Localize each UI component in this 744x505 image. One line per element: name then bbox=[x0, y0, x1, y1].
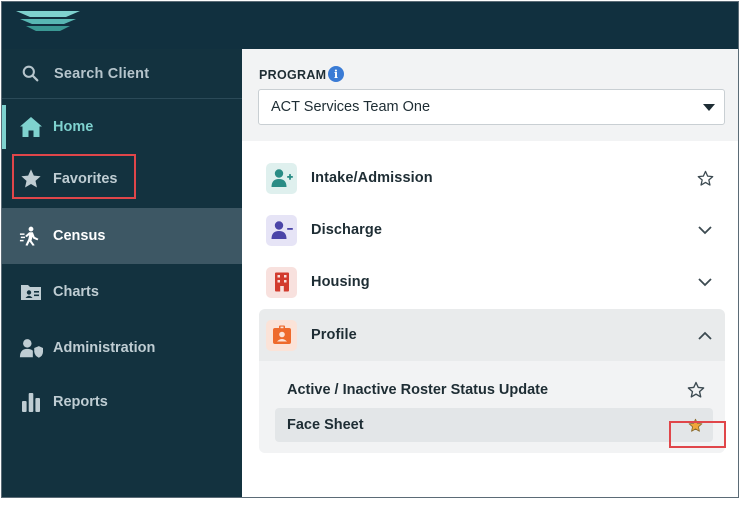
sidebar-item-census[interactable]: Census bbox=[2, 208, 242, 264]
profile-submenu: Active / Inactive Roster Status Update F… bbox=[259, 361, 725, 453]
program-header: PROGRAM i ACT Services Team One bbox=[242, 49, 738, 141]
sidebar-item-label: Reports bbox=[53, 394, 108, 410]
submenu-item-label: Face Sheet bbox=[287, 417, 364, 433]
top-bar bbox=[2, 2, 738, 49]
search-client-label: Search Client bbox=[54, 65, 150, 82]
user-plus-icon bbox=[266, 162, 297, 194]
info-icon[interactable]: i bbox=[328, 66, 344, 82]
sidebar-item-charts[interactable]: Charts bbox=[2, 264, 242, 320]
star-icon bbox=[19, 167, 43, 191]
menu-item-label: Discharge bbox=[311, 222, 383, 238]
chevron-down-icon[interactable] bbox=[695, 272, 715, 292]
id-badge-icon bbox=[266, 319, 297, 351]
program-label: PROGRAM bbox=[259, 68, 327, 82]
menu-item-discharge[interactable]: Discharge bbox=[259, 204, 725, 256]
app-window: Search Client Home Favorites Census Char… bbox=[1, 1, 739, 498]
main-panel: PROGRAM i ACT Services Team One Intake/A… bbox=[242, 49, 738, 497]
star-outline-icon[interactable] bbox=[687, 381, 705, 399]
menu-item-label: Housing bbox=[311, 274, 370, 290]
sidebar-item-favorites[interactable]: Favorites bbox=[2, 151, 242, 207]
search-icon bbox=[22, 65, 39, 82]
star-outline-icon[interactable] bbox=[695, 168, 715, 188]
search-client[interactable]: Search Client bbox=[2, 49, 242, 99]
program-selected-value: ACT Services Team One bbox=[271, 99, 431, 115]
user-minus-icon bbox=[266, 214, 297, 246]
sidebar-item-label: Census bbox=[53, 228, 106, 244]
program-select[interactable]: ACT Services Team One bbox=[258, 89, 725, 125]
sidebar-item-label: Home bbox=[53, 119, 94, 135]
menu-item-housing[interactable]: Housing bbox=[259, 256, 725, 308]
sidebar-item-reports[interactable]: Reports bbox=[2, 374, 242, 430]
sidebar-item-label: Administration bbox=[53, 340, 156, 356]
menu-item-profile[interactable]: Profile bbox=[259, 309, 725, 361]
logo-icon[interactable] bbox=[14, 8, 82, 34]
menu-item-label: Profile bbox=[311, 327, 357, 343]
sidebar-item-home[interactable]: Home bbox=[2, 99, 242, 155]
sidebar-item-label: Charts bbox=[53, 284, 99, 300]
bar-chart-icon bbox=[19, 390, 43, 414]
user-shield-icon bbox=[19, 336, 43, 360]
census-icon bbox=[19, 224, 43, 248]
sidebar-item-label: Favorites bbox=[53, 171, 118, 187]
charts-folder-icon bbox=[19, 280, 43, 304]
sidebar-item-administration[interactable]: Administration bbox=[2, 320, 242, 376]
submenu-item-face-sheet[interactable]: Face Sheet bbox=[275, 408, 713, 442]
sidebar: Search Client Home Favorites Census Char… bbox=[2, 49, 242, 497]
submenu-item-label: Active / Inactive Roster Status Update bbox=[287, 382, 549, 398]
building-icon bbox=[266, 266, 297, 298]
submenu-item-roster-status-update[interactable]: Active / Inactive Roster Status Update bbox=[275, 373, 713, 407]
menu-item-label: Intake/Admission bbox=[311, 170, 433, 186]
caret-down-icon bbox=[703, 104, 715, 111]
home-icon bbox=[19, 115, 43, 139]
chevron-up-icon[interactable] bbox=[695, 325, 715, 345]
chevron-down-icon[interactable] bbox=[695, 220, 715, 240]
menu-item-intake-admission[interactable]: Intake/Admission bbox=[259, 152, 725, 204]
star-filled-icon[interactable] bbox=[688, 418, 703, 433]
